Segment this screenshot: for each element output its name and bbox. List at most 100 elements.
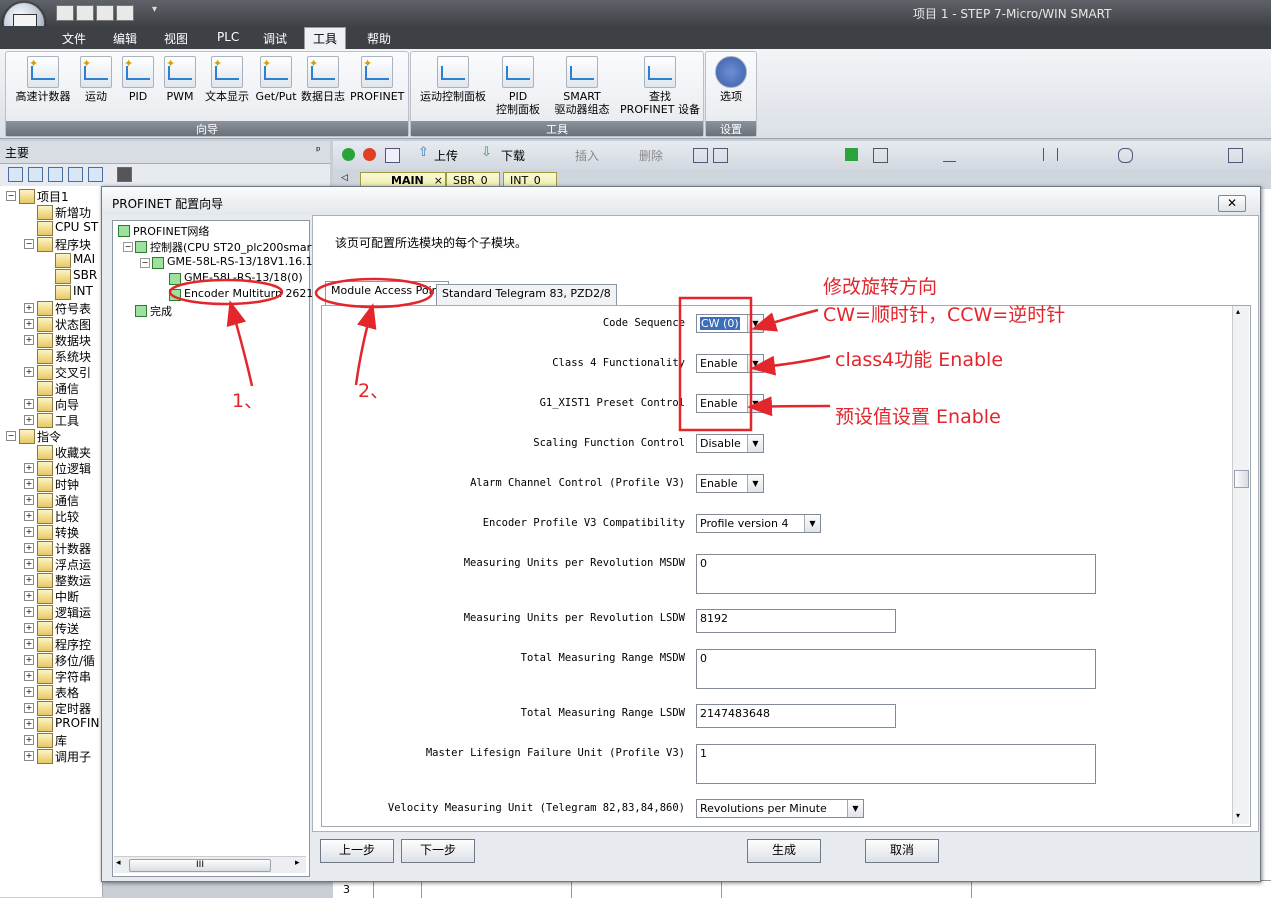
tab-help[interactable]: 帮助	[367, 30, 391, 47]
chevron-down-icon[interactable]: ▼	[747, 395, 763, 412]
parameter-textarea[interactable]: 1	[696, 744, 1096, 784]
expand-icon[interactable]: +	[24, 751, 34, 761]
list-icon[interactable]	[88, 167, 103, 182]
expand-icon[interactable]: +	[24, 399, 34, 409]
parameter-select[interactable]: CW (0) ▼	[696, 314, 764, 333]
pwm-button[interactable]: ✦ PWM	[160, 56, 200, 103]
expand-icon[interactable]: +	[24, 575, 34, 585]
network-2-icon[interactable]	[713, 148, 728, 163]
parameter-select[interactable]: Enable ▼	[696, 354, 764, 373]
expand-icon[interactable]: +	[24, 655, 34, 665]
collapse-icon[interactable]: −	[6, 431, 16, 441]
chevron-down-icon[interactable]: ▼	[747, 435, 763, 452]
insert-button[interactable]: 插入	[575, 147, 599, 164]
download-arrow-icon[interactable]: ⇩	[481, 145, 494, 160]
qat-dropdown-icon[interactable]: ▾	[152, 4, 157, 15]
upload-arrow-icon[interactable]: ⇧	[418, 145, 431, 160]
tab-view[interactable]: 视图	[164, 30, 188, 47]
parameter-select[interactable]: Enable ▼	[696, 394, 764, 413]
upload-button[interactable]: 上传	[434, 147, 458, 164]
motion-control-panel-button[interactable]: 运动控制面板	[415, 56, 491, 103]
download-button[interactable]: 下载	[501, 147, 525, 164]
save-icon[interactable]	[96, 5, 114, 21]
high-speed-counter-button[interactable]: ✦ 高速计数器	[10, 56, 76, 103]
expand-icon[interactable]: +	[24, 319, 34, 329]
tab-file[interactable]: 文件	[62, 30, 86, 47]
collapse-icon[interactable]: −	[140, 258, 150, 268]
expand-icon[interactable]: +	[24, 591, 34, 601]
pid-control-panel-button[interactable]: PID 控制面板	[493, 56, 543, 116]
tab-module-access-point[interactable]: Module Access Point	[325, 281, 449, 306]
expand-icon[interactable]: +	[24, 703, 34, 713]
monitor-icon[interactable]	[117, 167, 132, 182]
chevron-down-icon[interactable]: ▼	[847, 800, 863, 817]
contact-icon[interactable]	[943, 148, 956, 162]
tab-standard-telegram[interactable]: Standard Telegram 83, PZD2/8	[436, 284, 617, 306]
get-put-button[interactable]: ✦ Get/Put	[254, 56, 298, 103]
close-icon[interactable]: ✕	[1218, 195, 1246, 212]
parameter-textarea[interactable]: 0	[696, 554, 1096, 594]
expand-icon[interactable]: +	[24, 415, 34, 425]
tree-horizontal-scrollbar[interactable]: ◂ III ▸	[114, 856, 306, 873]
scroll-right-icon[interactable]: ▸	[295, 858, 300, 868]
open-folder-icon[interactable]	[76, 5, 94, 21]
expand-icon[interactable]: +	[24, 639, 34, 649]
parameter-vertical-scrollbar[interactable]: ▴ ▾	[1232, 306, 1249, 824]
parameter-input[interactable]: 8192	[696, 609, 896, 633]
expand-icon[interactable]: +	[24, 719, 34, 729]
expand-icon[interactable]: +	[24, 735, 34, 745]
block-icon[interactable]	[68, 167, 83, 182]
generate-button[interactable]: 生成	[747, 839, 821, 863]
collapse-icon[interactable]: −	[123, 242, 133, 252]
chevron-down-icon[interactable]: ▼	[747, 355, 763, 372]
tab-debug[interactable]: 调试	[263, 30, 287, 47]
motion-button[interactable]: ✦ 运动	[76, 56, 116, 103]
tab-plc[interactable]: PLC	[217, 30, 239, 44]
expand-icon[interactable]: +	[24, 687, 34, 697]
scroll-down-icon[interactable]: ▾	[1236, 811, 1240, 820]
next-button[interactable]: 下一步	[401, 839, 475, 863]
delete-button[interactable]: 删除	[639, 147, 663, 164]
expand-icon[interactable]: +	[24, 495, 34, 505]
document-icon[interactable]	[48, 167, 63, 182]
chevron-down-icon[interactable]: ▼	[804, 515, 820, 532]
chevron-down-icon[interactable]: ▼	[747, 475, 763, 492]
parameter-select[interactable]: Enable ▼	[696, 474, 764, 493]
stop-icon[interactable]	[363, 148, 376, 161]
expand-icon[interactable]: +	[24, 671, 34, 681]
scroll-up-icon[interactable]: ▴	[1236, 307, 1240, 316]
pin-icon[interactable]: ᵖ	[316, 144, 321, 157]
expand-icon[interactable]: +	[24, 335, 34, 345]
chevron-down-icon[interactable]: ▼	[747, 315, 763, 332]
cancel-button[interactable]: 取消	[865, 839, 939, 863]
expand-icon[interactable]: +	[24, 527, 34, 537]
previous-button[interactable]: 上一步	[320, 839, 394, 863]
data-log-button[interactable]: ✦ 数据日志	[298, 56, 348, 103]
expand-icon[interactable]: +	[24, 303, 34, 313]
tab-scroll-left-icon[interactable]: ◁	[341, 173, 348, 183]
view-icon[interactable]	[8, 167, 23, 182]
zoom-icon[interactable]	[1228, 148, 1243, 163]
expand-icon[interactable]: +	[24, 367, 34, 377]
expand-icon[interactable]: +	[24, 511, 34, 521]
parameter-input[interactable]: 2147483648	[696, 704, 896, 728]
expand-icon[interactable]: +	[24, 559, 34, 569]
expand-icon[interactable]: +	[24, 543, 34, 553]
table-icon[interactable]	[28, 167, 43, 182]
new-file-icon[interactable]	[56, 5, 74, 21]
expand-icon[interactable]: +	[24, 623, 34, 633]
scrollbar-thumb[interactable]: III	[129, 859, 271, 872]
scroll-left-icon[interactable]: ◂	[116, 858, 121, 868]
network-icon[interactable]	[693, 148, 708, 163]
scrollbar-thumb[interactable]	[1234, 470, 1249, 488]
parameter-select[interactable]: Disable ▼	[696, 434, 764, 453]
expand-icon[interactable]: +	[24, 463, 34, 473]
collapse-icon[interactable]: −	[24, 239, 34, 249]
parameter-textarea[interactable]: 0	[696, 649, 1096, 689]
print-icon[interactable]	[116, 5, 134, 21]
profinet-wizard-button[interactable]: ✦ PROFINET	[350, 56, 404, 103]
expand-icon[interactable]: +	[24, 607, 34, 617]
tab-edit[interactable]: 编辑	[113, 30, 137, 47]
text-display-button[interactable]: ✦ 文本显示	[202, 56, 252, 103]
expand-icon[interactable]: +	[24, 479, 34, 489]
